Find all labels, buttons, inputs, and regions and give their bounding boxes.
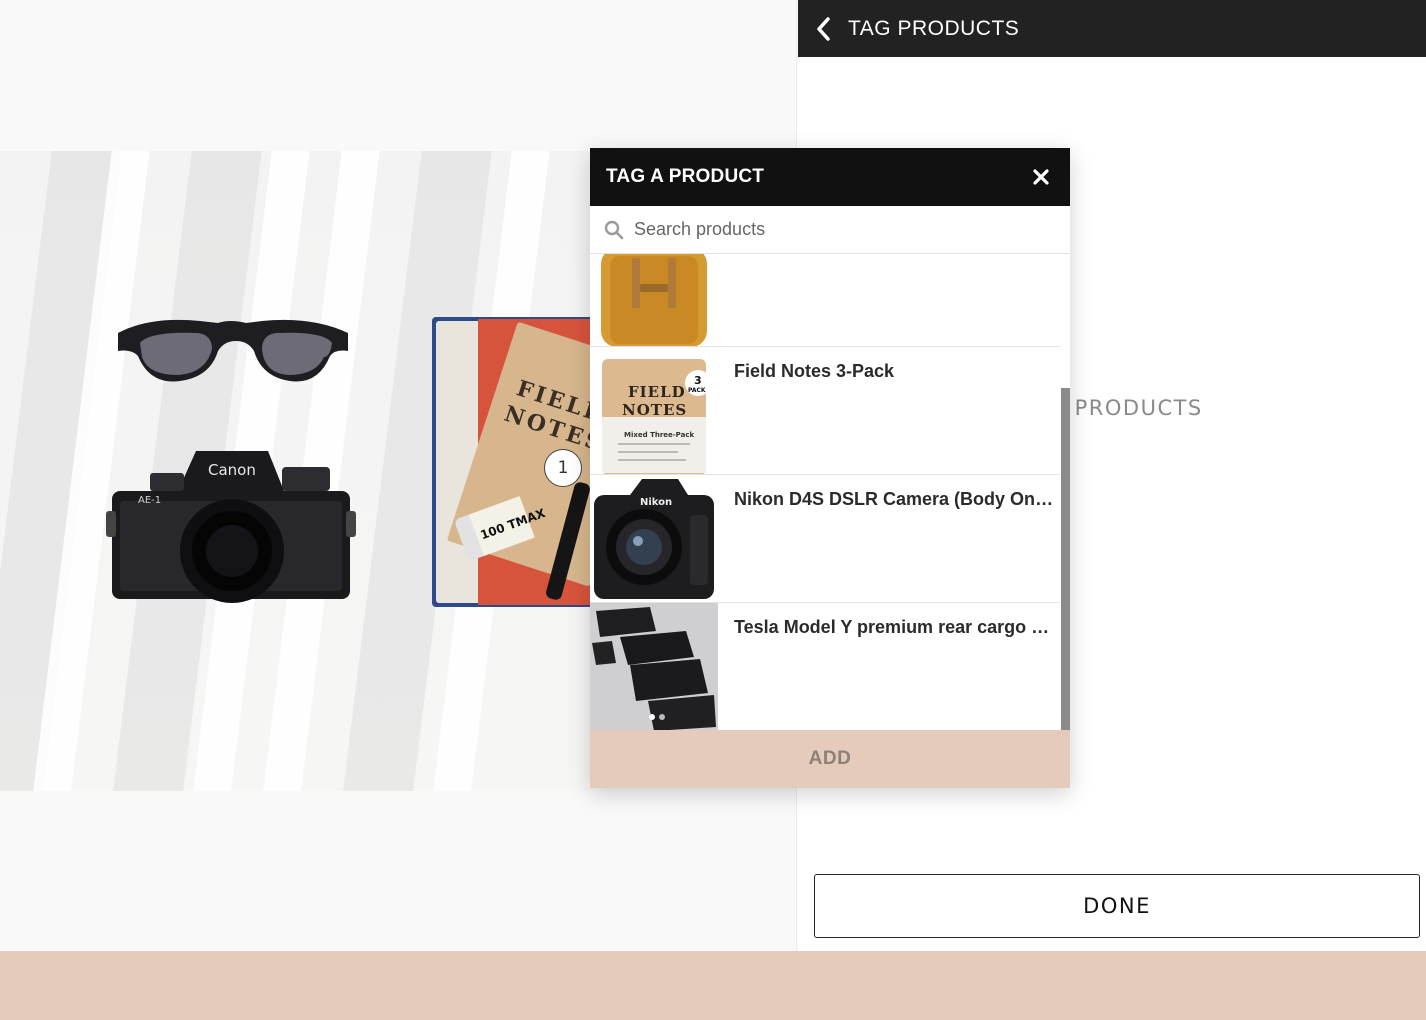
list-item[interactable] (590, 254, 1060, 347)
footer-bar (0, 951, 1426, 1020)
done-button[interactable]: DONE (814, 874, 1420, 938)
camera-model-text: AE-1 (138, 495, 161, 506)
product-list: FIELD NOTES 3 PACK Mixed Three-Pack Fiel… (590, 254, 1070, 730)
product-tag-marker[interactable]: 1 (544, 449, 582, 487)
thumb-text: FIELD (628, 383, 686, 401)
product-name: Nikon D4S DSLR Camera (Body Only) (734, 489, 1054, 509)
list-item[interactable]: Nikon Nikon D4S DSLR Camera (Body Only) (590, 475, 1060, 603)
tag-product-modal: TAG A PRODUCT Search products FIELD NOTE… (590, 148, 1070, 788)
product-thumbnail: Nikon (590, 475, 718, 602)
add-button[interactable]: ADD (590, 730, 1070, 788)
chevron-left-icon (817, 16, 830, 41)
thumb-brand: Nikon (640, 497, 672, 508)
thumb-badge-sub: PACK (688, 387, 706, 394)
modal-header: TAG A PRODUCT (590, 148, 1070, 206)
camera-brand-text: Canon (208, 461, 256, 479)
product-thumbnail (590, 254, 718, 346)
scrollbar-thumb[interactable] (1061, 388, 1070, 730)
thumb-text: NOTES (622, 401, 687, 419)
product-name (718, 254, 1054, 346)
product-name: Tesla Model Y premium rear cargo lin... (734, 617, 1054, 637)
search-bar (590, 206, 1070, 254)
thumb-caption: Mixed Three-Pack (624, 431, 695, 439)
panel-header: TAG PRODUCTS (798, 0, 1426, 57)
panel-title: TAG PRODUCTS (848, 16, 1020, 40)
product-thumbnail: FIELD NOTES 3 PACK Mixed Three-Pack (590, 347, 718, 474)
canon-camera: Canon AE-1 (106, 451, 356, 603)
list-item[interactable]: FIELD NOTES 3 PACK Mixed Three-Pack Fiel… (590, 347, 1060, 475)
product-thumbnail (590, 603, 718, 730)
sunglasses (118, 319, 348, 382)
backpack-image (600, 254, 708, 346)
search-input[interactable] (634, 219, 1034, 240)
nikon-camera-image: Nikon (590, 475, 718, 602)
close-icon (1033, 169, 1049, 185)
thumb-badge: 3 (694, 374, 702, 387)
field-notes-image: FIELD NOTES 3 PACK Mixed Three-Pack (590, 347, 718, 474)
back-button[interactable] (800, 0, 848, 57)
modal-title: TAG A PRODUCT (606, 166, 765, 187)
list-item[interactable]: Tesla Model Y premium rear cargo lin... (590, 603, 1060, 730)
product-name: Field Notes 3-Pack (734, 361, 895, 381)
search-icon (604, 220, 624, 239)
close-button[interactable] (1028, 164, 1054, 190)
scrollbar[interactable] (1060, 254, 1070, 730)
cargo-mats-image (590, 603, 718, 730)
